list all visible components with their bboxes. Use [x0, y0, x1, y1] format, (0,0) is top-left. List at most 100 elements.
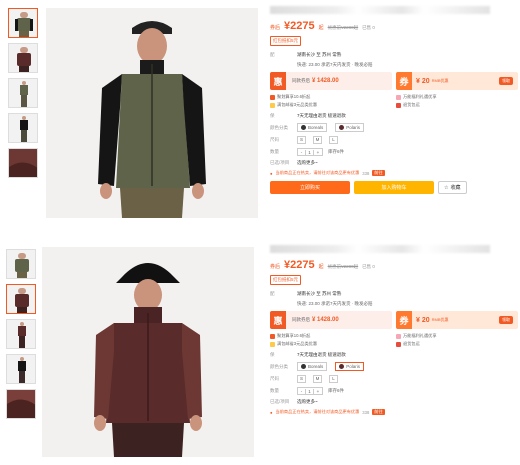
red-packet-tag[interactable]: 红包抵扣5元 [270, 275, 302, 285]
thumb-figure-icon [20, 116, 28, 142]
size-label: 尺码 [270, 137, 279, 142]
benefit-icon [270, 333, 275, 339]
get-coupon-button[interactable]: 领取 [499, 316, 513, 324]
thumb-figure-icon [18, 322, 26, 348]
thumbnail-5[interactable] [8, 148, 38, 178]
thumbnail-5[interactable] [6, 389, 36, 419]
benefit-item: 退货包运 [396, 102, 518, 108]
quantity-value[interactable]: 1 [306, 149, 314, 155]
quantity-value[interactable]: 1 [306, 388, 314, 394]
add-to-cart-button[interactable]: 加入购物车 [354, 181, 434, 194]
benefit-item: 退货包运 [396, 341, 518, 347]
stock-note: 库存6件 [328, 388, 345, 393]
quantity-row: 数量 - 1 + 库存6件 [270, 148, 518, 156]
size-option-m[interactable]: M [313, 375, 322, 383]
promo-discount[interactable]: 惠 同款券后 ¥ 1428.00 [270, 311, 392, 329]
product-panel-1: 券后 ¥2275 起 优惠前¥2280起 已售 0 红包抵扣5元 配 湖南长沙 … [0, 0, 520, 240]
promo-discount[interactable]: 惠 同款券后 ¥ 1428.00 [270, 72, 392, 90]
size-option-s[interactable]: S [297, 136, 306, 144]
delivery-value[interactable]: 湖南长沙 至 苏州 常熟 [297, 52, 341, 58]
size-option-s[interactable]: S [297, 375, 306, 383]
product-main-photo [46, 8, 258, 218]
promo-box: 惠 同款券后 ¥ 1428.00 券 ¥ 20 RMB优惠 领取 [270, 311, 518, 329]
quantity-decrease-button[interactable]: - [298, 149, 306, 155]
get-coupon-button[interactable]: 领取 [499, 77, 513, 85]
alert-go-button[interactable]: 前往 [372, 170, 385, 176]
quantity-increase-button[interactable]: + [314, 150, 322, 155]
promo-coupon[interactable]: 券 ¥ 20 RMB优惠 领取 [396, 72, 518, 90]
alert-text: 当前商品正在热卖，请前往对该商品更有优惠 [275, 170, 360, 175]
color-option-polaris[interactable]: Polaris [335, 123, 365, 132]
size-option-m[interactable]: M [313, 136, 322, 144]
benefit-icon [396, 333, 401, 339]
service-row: 保 7天无理由退货 极速退款 [270, 113, 518, 119]
thumb-figure-icon [15, 12, 33, 37]
red-packet-tag[interactable]: 红包抵扣5元 [270, 36, 302, 46]
quantity-decrease-button[interactable]: - [298, 388, 306, 394]
promo-discount-text: 同款券后 ¥ 1428.00 [292, 78, 339, 84]
size-row: 尺码 S M L [270, 375, 518, 383]
action-buttons: 立即购买 加入购物车 ☆ 收藏 [270, 181, 518, 194]
thumbnail-3[interactable] [6, 319, 36, 349]
promo-discount-text: 同款券后 ¥ 1428.00 [292, 317, 339, 323]
thumb-figure-icon [15, 253, 29, 278]
delivery-note-row: 快递: 23.00 承诺7天内发货 · 晚发必赔 [297, 301, 518, 307]
price-prefix: 券后 [270, 25, 281, 31]
thumbnail-2[interactable] [6, 284, 36, 314]
buy-now-button[interactable]: 立即购买 [270, 181, 350, 194]
quantity-stepper[interactable]: - 1 + [297, 148, 323, 156]
product-info: 券后 ¥2275 起 优惠前¥2280起 已售 0 红包抵扣5元 配 湖南长沙 … [270, 245, 518, 420]
chosen-value[interactable]: 选购更多~ [297, 160, 318, 166]
star-icon: ☆ [444, 184, 449, 191]
coupon-note: RMB优惠 [431, 317, 449, 322]
product-main-photo [42, 247, 254, 457]
coupon-note: RMB优惠 [431, 78, 449, 83]
price: ¥2275 [284, 20, 315, 32]
delivery-note: 快递: 23.00 承诺7天内发货 · 晚发必赔 [297, 62, 373, 67]
chosen-row: 已选/项目 选购更多~ [270, 160, 518, 166]
thumbnail-1[interactable] [8, 8, 38, 38]
benefit-item: 满包邮省3元品类优惠 [270, 341, 392, 347]
thumb-figure-icon [15, 288, 29, 313]
delivery-value[interactable]: 湖南长沙 至 苏州 常熟 [297, 291, 341, 297]
fabric-detail-icon [7, 390, 35, 418]
model-photo-icon [46, 8, 258, 218]
quantity-increase-button[interactable]: + [314, 389, 322, 394]
size-option-l[interactable]: L [329, 136, 338, 144]
benefit-item: 聚划算享10.6折起 [270, 333, 392, 339]
fabric-detail-icon [9, 149, 37, 177]
delivery-row: 配 湖南长沙 至 苏州 常熟 [270, 52, 518, 58]
chosen-label: 已选/项目 [270, 160, 290, 165]
favorite-button[interactable]: ☆ 收藏 [438, 181, 467, 194]
color-label: 颜色分类 [270, 363, 288, 369]
benefit-item: 万能福利礼遇优享 [396, 94, 518, 100]
chosen-value[interactable]: 选购更多~ [297, 399, 318, 405]
sold-count: 已售 0 [362, 264, 375, 269]
price-unit: 起 [318, 264, 324, 270]
size-label: 尺码 [270, 376, 279, 381]
alert-icon: ● [270, 409, 273, 415]
quantity-stepper[interactable]: - 1 + [297, 387, 323, 395]
thumbnail-4[interactable] [6, 354, 36, 384]
hui-badge-icon: 惠 [270, 311, 286, 329]
color-option-boreals[interactable]: Boreals [297, 123, 328, 132]
thumbnail-3[interactable] [8, 78, 38, 108]
original-price: 优惠前¥2280起 [327, 264, 359, 269]
promo-box: 惠 同款券后 ¥ 1428.00 券 ¥ 20 RMB优惠 领取 [270, 72, 518, 90]
color-option-polaris[interactable]: Polaris [335, 362, 365, 371]
size-option-l[interactable]: L [329, 375, 338, 383]
quan-badge-icon: 券 [396, 311, 412, 329]
benefit-icon [270, 341, 275, 347]
thumbnail-4[interactable] [8, 113, 38, 143]
thumbnail-1[interactable] [6, 249, 36, 279]
product-info: 券后 ¥2275 起 优惠前¥2280起 已售 0 红包抵扣5元 配 湖南长沙 … [270, 6, 518, 194]
thumbnail-2[interactable] [8, 43, 38, 73]
promo-coupon[interactable]: 券 ¥ 20 RMB优惠 领取 [396, 311, 518, 329]
product-title-blurred [270, 245, 490, 253]
chosen-label: 已选/项目 [270, 399, 290, 404]
price-row: 券后 ¥2275 起 优惠前¥2280起 已售 0 [270, 259, 518, 271]
color-option-boreals[interactable]: Boreals [297, 362, 328, 371]
delivery-note: 快递: 23.00 承诺7天内发货 · 晚发必赔 [297, 301, 373, 306]
quantity-label: 数量 [270, 149, 279, 154]
alert-go-button[interactable]: 前往 [372, 409, 385, 415]
